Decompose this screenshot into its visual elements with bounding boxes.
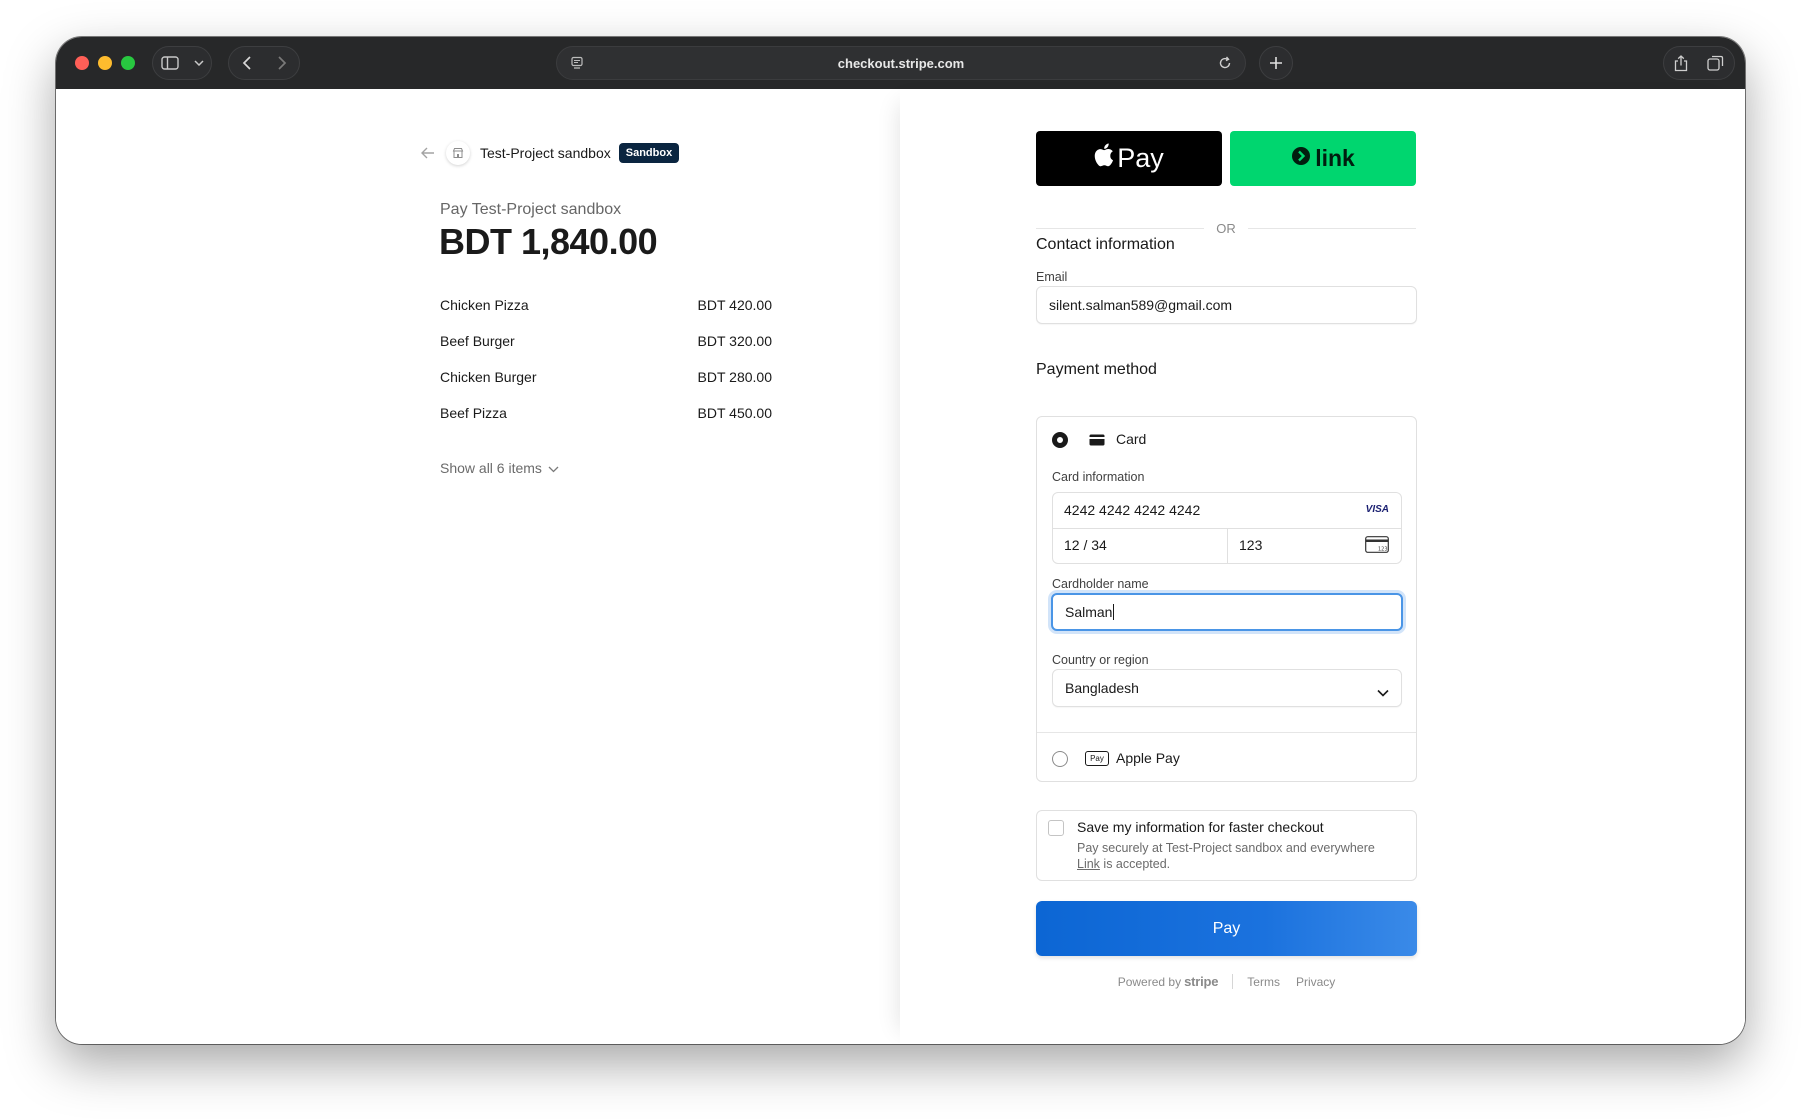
or-divider: OR [1036, 221, 1416, 236]
chevron-down-icon [548, 460, 559, 476]
card-info-label: Card information [1052, 470, 1145, 484]
show-all-label: Show all 6 items [440, 460, 542, 476]
save-info-desc-line2: Link is accepted. [1077, 857, 1170, 871]
list-item: Beef Pizza BDT 450.00 [440, 395, 772, 431]
browser-window: checkout.stripe.com Test-Project sandbox… [56, 37, 1745, 1044]
footer: Powered by stripe Terms Privacy [1036, 974, 1417, 989]
privacy-link[interactable]: Privacy [1296, 975, 1335, 989]
payment-method-accordion: Card Card information 4242 4242 4242 424… [1036, 416, 1417, 782]
merchant-header: Test-Project sandbox Sandbox [418, 141, 680, 165]
back-arrow-icon[interactable] [418, 143, 438, 163]
pay-merchant-label: Pay Test-Project sandbox [440, 201, 622, 218]
chevron-down-icon [1377, 684, 1389, 700]
chevron-down-icon[interactable] [193, 60, 204, 66]
cvc-card-icon: 123 [1365, 536, 1389, 558]
zoom-window-button[interactable] [121, 56, 135, 70]
plus-icon [1270, 57, 1282, 69]
save-info-desc-rest: is accepted. [1103, 857, 1171, 871]
cardholder-label: Cardholder name [1052, 577, 1149, 591]
card-info-group: 4242 4242 4242 4242 VISA 12 / 34 123 123 [1052, 492, 1402, 564]
item-name: Beef Burger [440, 333, 515, 349]
sidebar-icon[interactable] [160, 56, 179, 70]
contact-section-title: Contact information [1036, 236, 1175, 253]
wallet-buttons: Pay link [1036, 131, 1416, 186]
minimize-window-button[interactable] [98, 56, 112, 70]
cardholder-name-field[interactable]: Salman [1051, 593, 1403, 631]
checkout-page: Test-Project sandbox Sandbox Pay Test-Pr… [56, 89, 1745, 1044]
stripe-logo[interactable]: stripe [1184, 974, 1218, 989]
card-number-field[interactable]: 4242 4242 4242 4242 [1064, 502, 1200, 518]
forward-icon[interactable] [277, 56, 287, 70]
cvc-field[interactable]: 123 [1239, 537, 1262, 553]
email-value: silent.salman589@gmail.com [1049, 297, 1233, 313]
merchant-name: Test-Project sandbox [480, 145, 611, 161]
card-option-label: Card [1116, 431, 1147, 447]
save-info-checkbox[interactable] [1048, 820, 1064, 836]
or-text: OR [1216, 221, 1236, 236]
history-nav-group [228, 46, 300, 80]
item-price: BDT 280.00 [697, 369, 772, 385]
show-all-items-button[interactable]: Show all 6 items [440, 460, 559, 476]
address-bar[interactable]: checkout.stripe.com [556, 46, 1246, 80]
item-name: Chicken Pizza [440, 297, 529, 313]
line-items-list: Chicken Pizza BDT 420.00 Beef Burger BDT… [440, 287, 772, 431]
apple-logo-icon [1094, 143, 1114, 174]
email-label: Email [1036, 270, 1068, 284]
apple-pay-label: Pay [1117, 143, 1164, 173]
card-radio[interactable] [1052, 432, 1068, 448]
page-settings-icon[interactable] [569, 55, 585, 74]
link-learn-more[interactable]: Link [1077, 857, 1100, 871]
save-info-title: Save my information for faster checkout [1077, 819, 1324, 835]
item-name: Beef Pizza [440, 405, 507, 421]
tab-overview-icon[interactable] [1707, 55, 1724, 71]
item-price: BDT 420.00 [697, 297, 772, 313]
list-item: Beef Burger BDT 320.00 [440, 323, 772, 359]
save-info-desc: Pay securely at Test-Project sandbox and… [1077, 841, 1375, 855]
expiry-field[interactable]: 12 / 34 [1064, 537, 1107, 553]
back-icon[interactable] [242, 56, 252, 70]
new-tab-button[interactable] [1259, 46, 1293, 80]
country-select[interactable]: Bangladesh [1052, 669, 1402, 707]
sandbox-badge: Sandbox [618, 143, 680, 163]
item-price: BDT 450.00 [697, 405, 772, 421]
powered-by-text: Powered by [1117, 974, 1182, 989]
browser-toolbar: checkout.stripe.com [56, 37, 1745, 89]
apple-pay-mark-text: Pay [1090, 754, 1104, 763]
payment-section-title: Payment method [1036, 361, 1157, 378]
credit-card-icon [1089, 433, 1105, 451]
list-item: Chicken Burger BDT 280.00 [440, 359, 772, 395]
store-icon [446, 141, 470, 165]
apple-pay-option-label: Apple Pay [1116, 750, 1180, 766]
close-window-button[interactable] [75, 56, 89, 70]
link-label: link [1315, 145, 1355, 171]
cardholder-value: Salman [1065, 604, 1113, 620]
link-pay-button[interactable]: link [1230, 131, 1416, 186]
item-name: Chicken Burger [440, 369, 537, 385]
svg-text:123: 123 [1378, 547, 1388, 553]
text-cursor [1113, 604, 1115, 620]
url-text: checkout.stripe.com [837, 55, 965, 71]
share-icon[interactable] [1674, 54, 1688, 72]
payment-panel: Pay link OR Contact information Email si… [900, 89, 1745, 1044]
list-item: Chicken Pizza BDT 420.00 [440, 287, 772, 323]
visa-icon: VISA [1365, 504, 1389, 515]
apple-pay-radio[interactable] [1052, 751, 1068, 767]
sidebar-toggle-group[interactable] [152, 46, 212, 80]
apple-pay-button[interactable]: Pay [1036, 131, 1222, 186]
pay-button[interactable]: Pay [1036, 901, 1417, 956]
save-info-box: Save my information for faster checkout … [1036, 810, 1417, 881]
terms-link[interactable]: Terms [1247, 975, 1280, 989]
pay-button-label: Pay [1212, 919, 1241, 937]
email-field[interactable]: silent.salman589@gmail.com [1036, 286, 1417, 324]
total-amount: BDT 1,840.00 [439, 221, 658, 262]
share-tabs-group [1663, 46, 1735, 80]
reload-icon[interactable] [1217, 55, 1233, 74]
country-value: Bangladesh [1065, 680, 1139, 696]
apple-pay-mark-icon: Pay [1085, 751, 1109, 766]
link-logo-icon [1291, 145, 1311, 172]
item-price: BDT 320.00 [697, 333, 772, 349]
country-label: Country or region [1052, 653, 1149, 667]
